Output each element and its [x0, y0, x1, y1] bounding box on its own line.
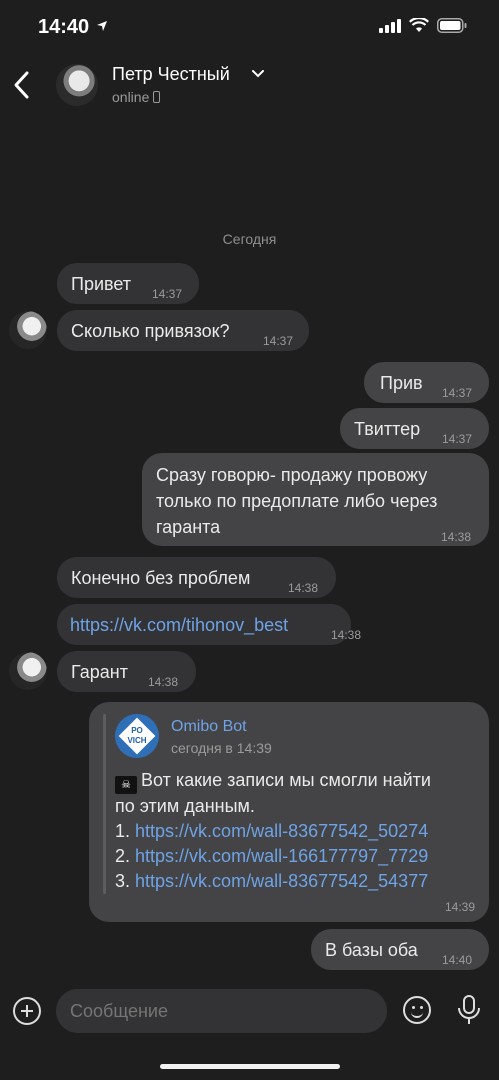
message-text-line: только по предоплате либо через [156, 491, 438, 511]
bot-avatar[interactable]: PO VICH [115, 714, 159, 758]
message-time: 14:37 [442, 386, 473, 400]
online-label: online [112, 89, 150, 105]
forward-bar [103, 714, 106, 894]
message-bubble[interactable]: Сразу говорю- продажу провожу только по … [142, 453, 489, 546]
message-time: 14:39 [444, 900, 475, 914]
forwarded-message[interactable]: PO VICH Omibo Bot сегодня в 14:39 ☠ Вот к… [89, 702, 489, 922]
message-bubble[interactable]: Сколько привязок? 14:37 [57, 310, 309, 351]
bot-name[interactable]: Omibo Bot [171, 718, 247, 736]
battery-icon [437, 18, 467, 33]
wifi-icon [409, 18, 429, 32]
forward-date: сегодня в 14:39 [171, 740, 272, 756]
message-bubble[interactable]: Конечно без проблем 14:38 [57, 557, 336, 598]
location-arrow-icon [97, 21, 107, 31]
pirate-flag-icon: ☠ [115, 776, 137, 794]
microphone-icon[interactable] [455, 994, 483, 1026]
bot-logo: PO VICH [118, 717, 156, 755]
result-link[interactable]: https://vk.com/wall-83677542_50274 [135, 821, 428, 841]
message-time: 14:38 [288, 581, 319, 595]
message-text: Гарант [71, 662, 128, 682]
home-indicator [160, 1064, 340, 1069]
message-time: 14:37 [263, 334, 294, 348]
contact-status: online [112, 89, 161, 105]
message-time: 14:37 [442, 432, 473, 446]
status-bar: 14:40 [0, 0, 499, 56]
message-text: В базы оба [325, 940, 418, 960]
sender-avatar[interactable] [9, 652, 47, 690]
composer [0, 986, 499, 1036]
message-text-line: гаранта [156, 517, 221, 537]
message-time: 14:40 [442, 953, 473, 967]
forwarded-link-row: 3. https://vk.com/wall-83677542_54377 [115, 871, 429, 891]
message-link[interactable]: https://vk.com/tihonov_best [70, 613, 288, 637]
forwarded-line: Вот какие записи мы смогли найти [141, 770, 431, 790]
message-bubble[interactable]: https://vk.com/tihonov_best 14:38 [57, 604, 361, 645]
chevron-down-icon[interactable] [252, 70, 264, 78]
status-icons [379, 18, 467, 33]
contact-name[interactable]: Петр Честный [112, 64, 230, 85]
message-text: Сколько привязок? [71, 321, 230, 341]
message-time: 14:38 [441, 530, 472, 544]
message-time: 14:37 [152, 287, 183, 301]
forwarded-link-row: 2. https://vk.com/wall-166177797_7729 [115, 846, 429, 866]
message-bubble[interactable]: Привет 14:37 [57, 263, 199, 304]
message-bubble[interactable]: Гарант 14:38 [57, 651, 196, 692]
message-input[interactable] [56, 989, 387, 1033]
message-bubble[interactable]: В базы оба 14:40 [311, 929, 489, 970]
forwarded-line: по этим данным. [115, 796, 255, 816]
message-time: 14:38 [148, 675, 179, 689]
attach-plus-icon[interactable] [13, 997, 41, 1025]
message-bubble[interactable]: Прив 14:37 [364, 362, 489, 403]
forwarded-link-row: 1. https://vk.com/wall-83677542_50274 [115, 821, 429, 841]
cellular-signal-icon [379, 18, 401, 33]
message-text: Прив [380, 373, 423, 393]
message-bubble[interactable]: Твиттер 14:37 [340, 408, 489, 449]
back-arrow-icon[interactable] [12, 70, 32, 100]
date-separator: Сегодня [222, 231, 277, 247]
forwarded-text: ☠ Вот какие записи мы смогли найти по эти… [115, 768, 431, 894]
chat-header: Петр Честный online [0, 56, 499, 120]
mobile-phone-icon [153, 91, 161, 103]
message-text: Привет [71, 274, 132, 294]
result-link[interactable]: https://vk.com/wall-166177797_7729 [135, 846, 428, 866]
message-text: Твиттер [354, 419, 421, 439]
result-link[interactable]: https://vk.com/wall-83677542_54377 [135, 871, 428, 891]
sender-avatar[interactable] [9, 311, 47, 349]
status-time: 14:40 [38, 16, 90, 38]
message-text: Конечно без проблем [71, 568, 251, 588]
message-time: 14:38 [331, 628, 362, 642]
contact-avatar[interactable] [56, 64, 98, 106]
message-text-line: Сразу говорю- продажу провожу [156, 465, 428, 485]
emoji-icon[interactable] [403, 996, 431, 1024]
